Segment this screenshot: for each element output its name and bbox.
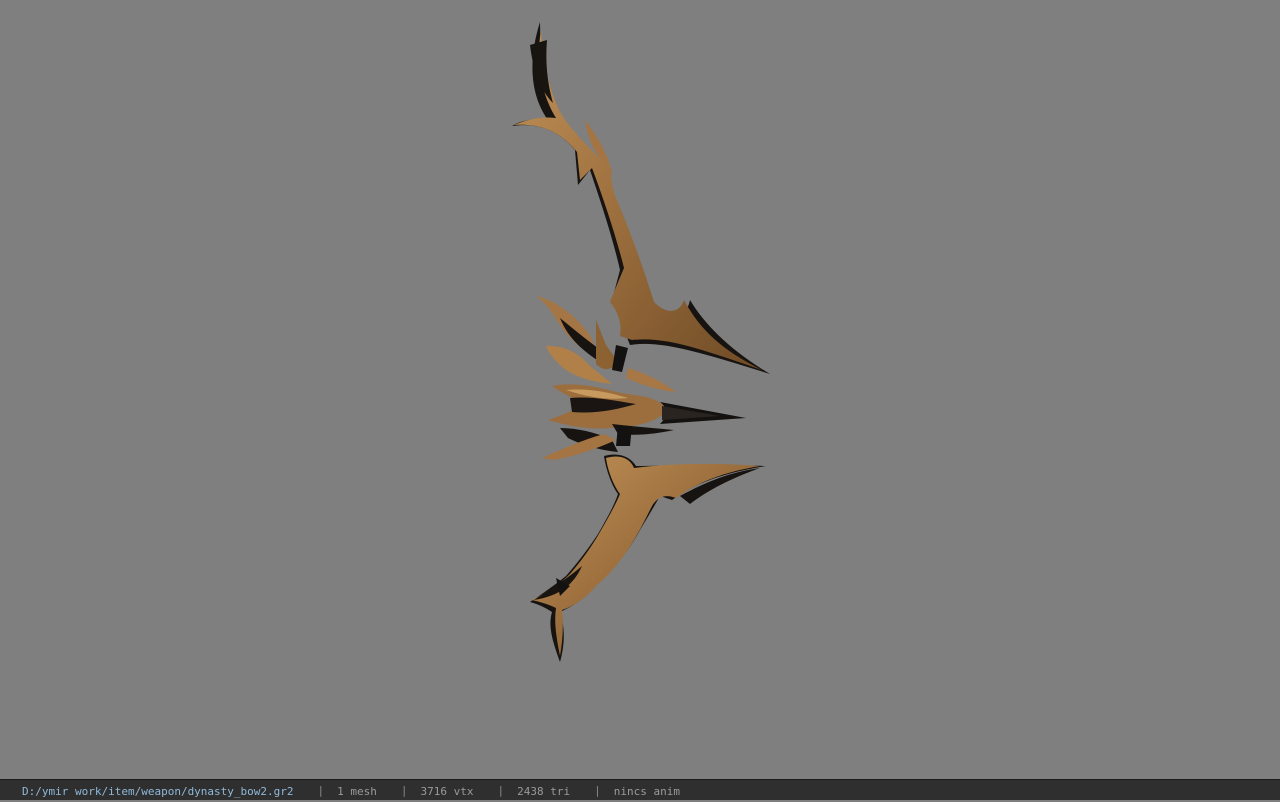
bow-model-icon[interactable] — [0, 0, 1280, 779]
triangle-count: 2438 tri — [517, 784, 571, 798]
separator: | — [594, 783, 601, 797]
separator: | — [400, 783, 408, 797]
separator: | — [317, 783, 325, 797]
grip-stem — [612, 345, 628, 372]
3d-viewport[interactable] — [0, 0, 1280, 779]
status-bar: D:/ymir work/item/weapon/dynasty_bow2.gr… — [0, 779, 1280, 800]
grip-prong — [626, 368, 676, 392]
mesh-count: 1 mesh — [337, 784, 377, 798]
grip-stem-lower — [616, 426, 632, 446]
animation-status: nincs anim — [613, 784, 680, 798]
upper-limb — [514, 30, 762, 370]
vertex-count: 3716 vtx — [420, 784, 474, 798]
separator: | — [497, 783, 505, 797]
file-path: D:/ymir work/item/weapon/dynasty_bow2.gr… — [22, 784, 294, 798]
lower-limb — [532, 456, 760, 656]
